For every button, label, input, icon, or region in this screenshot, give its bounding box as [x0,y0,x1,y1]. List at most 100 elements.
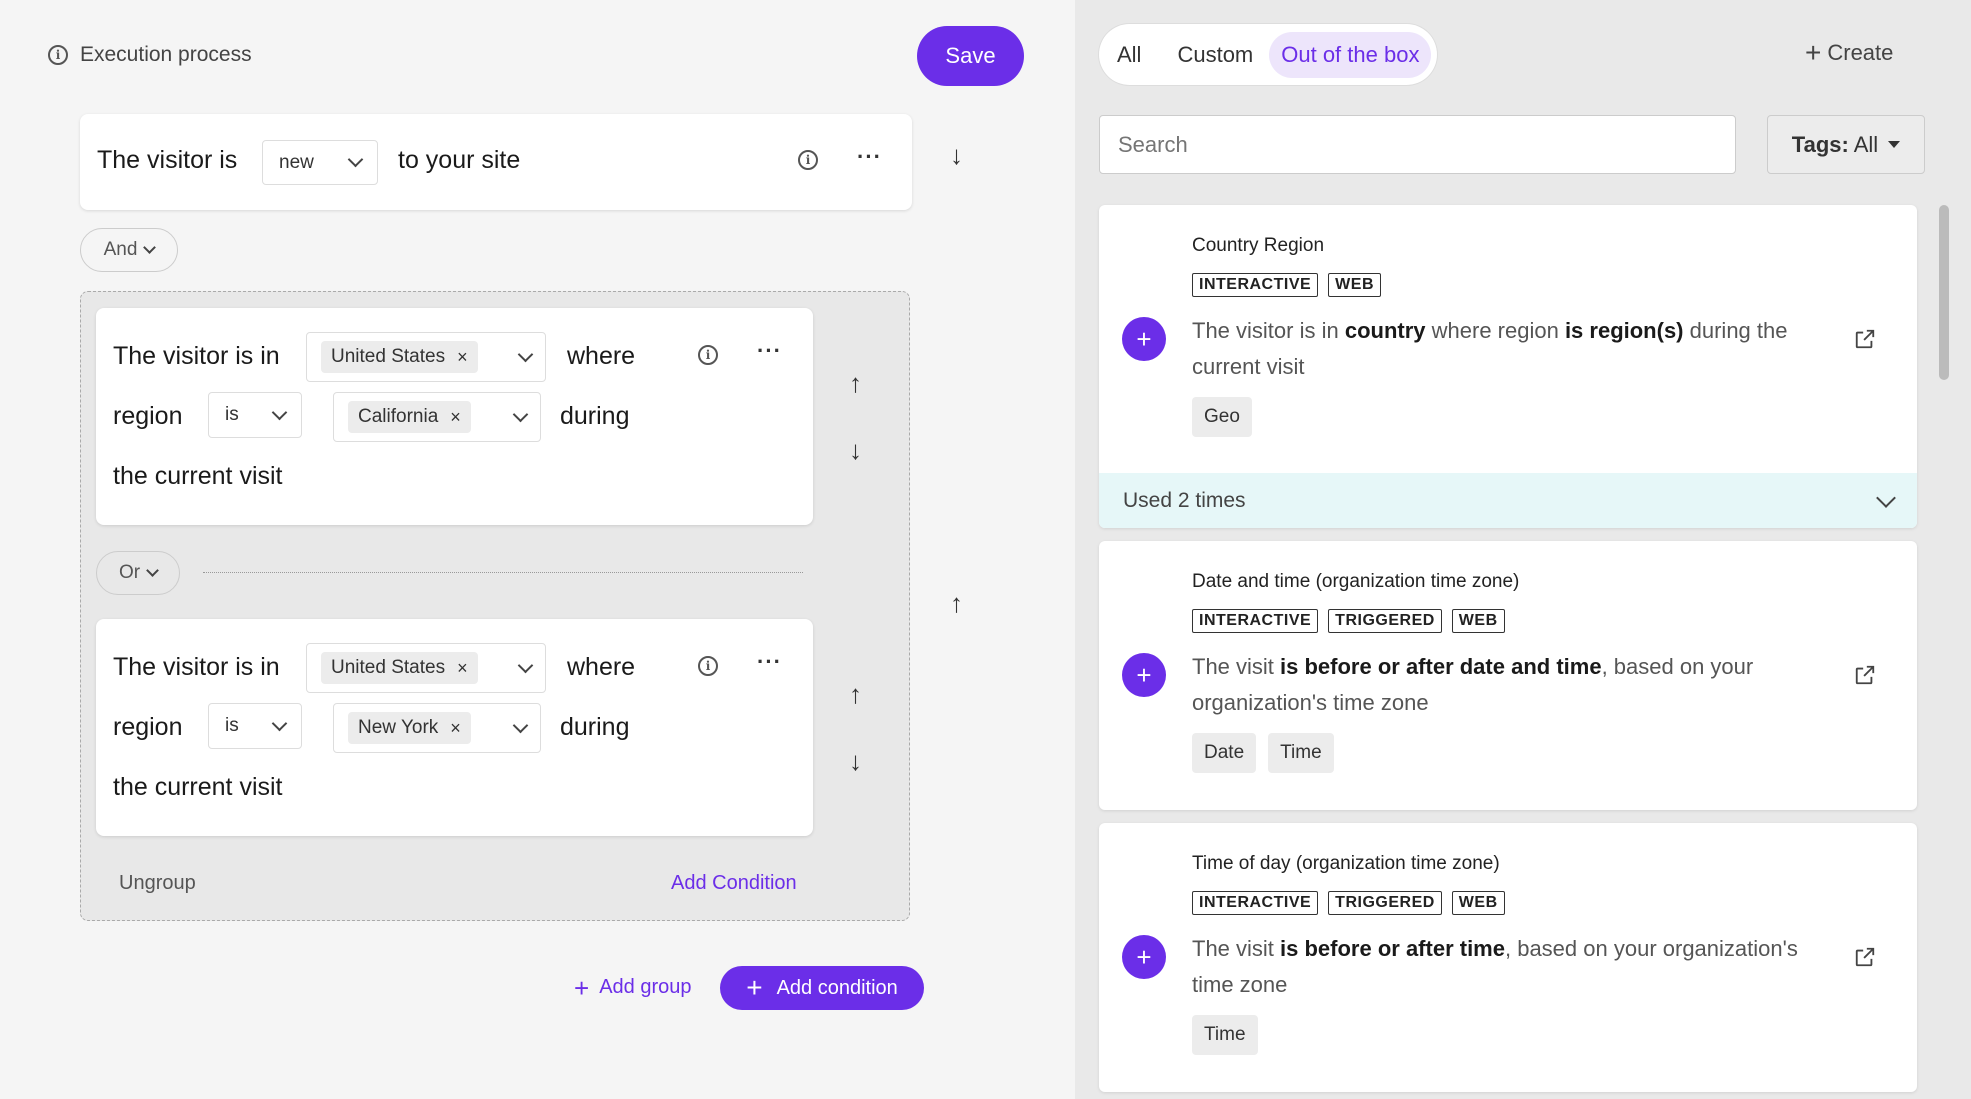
desc-text: The visitor is in [1192,318,1345,343]
region-operator-select[interactable]: is [208,392,302,438]
rule-editor-pane: i Execution process Save The visitor is … [0,0,1075,1099]
card-description: The visit is before or after time, based… [1192,931,1822,1003]
remove-chip-icon[interactable]: × [450,718,461,739]
country-chip: United States × [321,341,478,373]
desc-text: The visit [1192,936,1281,961]
scrollbar-thumb[interactable] [1939,205,1949,380]
move-down-arrow-icon[interactable]: ↓ [849,435,862,466]
chip-label: New York [358,717,439,738]
tags-label: Tags: [1791,131,1849,157]
chevron-down-icon [512,406,529,422]
add-condition-plus-button[interactable]: + [1122,935,1166,979]
desc-bold: is region(s) [1564,318,1684,343]
desc-bold: is before or after time [1280,936,1505,961]
chevron-down-icon [517,346,534,362]
visitor-type-select[interactable]: new [262,140,378,185]
card-tags: INTERACTIVE WEB [1192,273,1381,297]
desc-text: where region [1425,318,1565,343]
execution-process-header: i Execution process [48,43,252,67]
card-tag: WEB [1451,609,1505,633]
search-input[interactable] [1099,115,1736,174]
region-select[interactable]: California × [333,392,541,442]
chevron-down-icon [517,657,534,673]
remove-chip-icon[interactable]: × [457,347,468,368]
card-tag: WEB [1328,273,1381,297]
region-operator-select[interactable]: is [208,703,302,749]
execution-process-title: Execution process [80,43,252,66]
move-up-arrow-icon[interactable]: ↑ [849,679,862,710]
visitor-type-value: new [279,151,314,173]
info-icon[interactable]: i [798,150,818,170]
add-condition-link[interactable]: Add Condition [671,872,797,895]
remove-chip-icon[interactable]: × [457,658,468,679]
country-select[interactable]: United States × [306,643,546,693]
condition-prefix: The visitor is [97,146,238,174]
move-up-arrow-icon[interactable]: ↑ [849,368,862,399]
chip-label: United States [331,346,446,367]
chevron-down-icon [271,715,288,731]
more-options-icon[interactable]: ··· [757,338,782,364]
card-title: Date and time (organization time zone) [1192,571,1520,592]
card-description: The visit is before or after date and ti… [1192,649,1822,721]
group-tag: Time [1192,1015,1258,1055]
tab-out-of-the-box[interactable]: Out of the box [1269,31,1432,78]
during-label: during [560,402,630,430]
card-tags: INTERACTIVE TRIGGERED WEB [1192,609,1505,633]
condition-library-pane: All Custom Out of the box + Create Tags:… [1075,0,1971,1099]
country-chip: United States × [321,652,478,684]
region-select[interactable]: New York × [333,703,541,753]
region-chip: California × [348,401,471,433]
plus-icon: + [574,972,590,1003]
add-condition-label: Add condition [776,976,898,999]
usage-expander[interactable]: Used 2 times [1099,473,1917,528]
add-condition-plus-button[interactable]: + [1122,317,1166,361]
group-tags: Date Time [1192,733,1334,773]
info-icon[interactable]: i [698,345,718,365]
remove-chip-icon[interactable]: × [450,407,461,428]
card-tag: TRIGGERED [1328,891,1442,915]
add-group-button[interactable]: + Add group [574,972,691,1003]
external-link-icon[interactable] [1854,328,1876,350]
ungroup-button[interactable]: Ungroup [119,872,196,895]
condition-group: The visitor is in United States × where i… [80,291,910,921]
add-condition-button[interactable]: + Add condition [720,966,924,1010]
chevron-down-icon [146,563,159,577]
chip-label: California [358,406,439,427]
move-up-arrow-icon[interactable]: ↑ [950,588,963,619]
info-icon[interactable]: i [698,656,718,676]
tab-all[interactable]: All [1105,32,1153,78]
region-label: region [113,402,183,430]
chip-label: United States [331,657,446,678]
condition-tail: the current visit [113,773,283,801]
add-condition-plus-button[interactable]: + [1122,653,1166,697]
desc-bold: country [1344,318,1426,343]
condition-prefix: The visitor is in [113,342,280,370]
condition-suffix: to your site [398,146,521,174]
info-icon: i [48,45,68,65]
country-select[interactable]: United States × [306,332,546,382]
move-down-arrow-icon[interactable]: ↓ [950,140,963,171]
chevron-down-icon [143,240,157,254]
and-operator-select[interactable]: And [80,228,178,272]
more-options-icon[interactable]: ··· [757,649,782,675]
tags-value: All [1853,131,1879,157]
region-label: region [113,713,183,741]
condition-tail: the current visit [113,462,283,490]
external-link-icon[interactable] [1854,664,1876,686]
card-description: The visitor is in country where region i… [1192,313,1822,385]
plus-icon: + [746,972,763,1003]
desc-text: The visit [1192,654,1281,679]
tags-filter-dropdown[interactable]: Tags: All [1767,115,1925,174]
or-operator-select[interactable]: Or [96,551,180,595]
more-options-icon[interactable]: ··· [857,144,882,170]
chevron-down-icon [1876,487,1896,508]
card-title: Country Region [1192,235,1325,256]
condition-card-visitor-new: The visitor is new to your site i ··· [80,114,912,210]
move-down-arrow-icon[interactable]: ↓ [849,746,862,777]
chevron-down-icon [347,151,364,168]
external-link-icon[interactable] [1854,946,1876,968]
create-button[interactable]: + Create [1805,39,1893,67]
card-tag: TRIGGERED [1328,609,1442,633]
save-button[interactable]: Save [917,26,1024,86]
tab-custom[interactable]: Custom [1165,32,1265,78]
